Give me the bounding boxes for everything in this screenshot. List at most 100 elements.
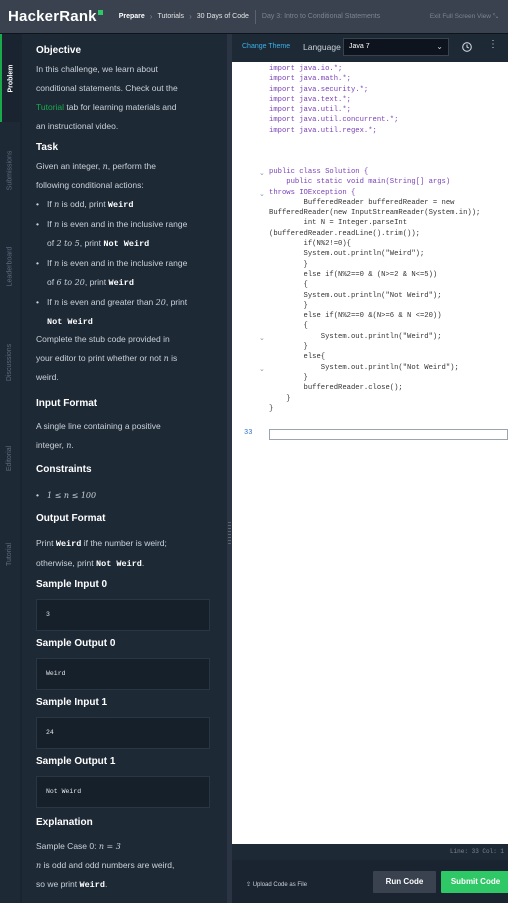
code-line: } [269, 404, 274, 413]
code-line: (bufferedReader.readLine().trim()); [269, 229, 420, 238]
list-item: 1 ≤ n ≤ 100 [36, 486, 215, 505]
text-line: an instructional video. [36, 121, 119, 131]
text-span: Given an integer, [36, 161, 103, 171]
code-line: { [269, 281, 308, 290]
history-icon[interactable] [461, 41, 473, 53]
text-line: following conditional actions: [36, 180, 144, 190]
tab-tutorial[interactable]: Tutorial [0, 506, 20, 602]
text-span: , perform the [107, 161, 156, 171]
breadcrumb: Prepare › Tutorials › 30 Days of Code Da… [119, 9, 381, 24]
tab-problem[interactable]: Problem [0, 34, 20, 122]
tab-editorial[interactable]: Editorial [0, 410, 20, 506]
text-span: , print [84, 277, 109, 287]
fold-chevron-icon[interactable]: ⌄ [259, 334, 265, 342]
text-line: A single line containing a positive [36, 421, 161, 431]
math-range: 2 to 5 [56, 239, 80, 248]
chevron-down-icon: ⌄ [436, 42, 443, 51]
text-span: so we print [36, 879, 80, 889]
code-line: import java.util.*; [269, 106, 351, 115]
text-span: . [71, 440, 74, 450]
fold-chevron-icon[interactable]: ⌄ [259, 365, 265, 373]
fold-chevron-icon[interactable]: ⌄ [259, 169, 265, 177]
text-span: is [168, 353, 178, 363]
editor-footer: ⇪ Upload Code as File Run Code Submit Co… [232, 860, 508, 903]
code-line: { [269, 322, 308, 331]
fold-chevron-icon[interactable]: ⌄ [259, 190, 265, 198]
text-span: if the number is weird; [81, 538, 167, 548]
sample-input-1-heading: Sample Input 1 [36, 697, 108, 708]
code-line: else{ [269, 353, 326, 362]
code-line: } [269, 301, 308, 310]
text-line: Print Weird if the number is weird; [36, 534, 215, 554]
collapse-icon: ⤡ [492, 13, 498, 20]
text-span: . [104, 879, 108, 889]
text-line: Sample Case 0: n = 3 [36, 837, 215, 856]
more-options-icon[interactable]: ⋮ [488, 40, 498, 50]
code-line: System.out.println("Weird"); [269, 332, 442, 341]
text-line: integer, n. [36, 436, 215, 455]
code-line: System.out.println("Not Weird"); [269, 363, 459, 372]
text-line: Tutorial tab for learning materials and [36, 98, 215, 117]
list-item: If n is even and in the inclusive rangeo… [36, 254, 215, 293]
text-span: is even and in the inclusive range [59, 258, 188, 268]
blank-lines [269, 136, 508, 167]
text-span: your editor to print whether or not [36, 353, 164, 363]
change-theme-link[interactable]: Change Theme [242, 43, 290, 50]
sample-input-0: 3 [36, 599, 210, 631]
conditions-list: If n is odd, print Weird If n is even an… [36, 195, 215, 332]
text-span: integer, [36, 440, 67, 450]
task-text: Given an integer, n, perform the followi… [36, 157, 215, 332]
text-span: , print [165, 297, 188, 307]
text-span: is even and in the inclusive range [59, 219, 188, 229]
text-line: weird. [36, 372, 59, 382]
hackerrank-logo[interactable]: HackerRank [8, 8, 103, 25]
constraints-list: 1 ≤ n ≤ 100 [36, 486, 215, 505]
complete-text: Complete the stub code provided in your … [36, 330, 215, 387]
active-line [269, 429, 508, 440]
breadcrumb-30-days[interactable]: 30 Days of Code [197, 13, 249, 20]
text-line: n is odd and odd numbers are weird, [36, 856, 215, 875]
text-span: Print [36, 538, 56, 548]
language-select[interactable]: Java 7 ⌄ [343, 38, 449, 56]
line-gutter [232, 62, 259, 844]
code-line: public class Solution { [269, 167, 369, 176]
code-text: Not Weird [96, 559, 142, 569]
code-line: int N = Integer.parseInt [269, 219, 408, 228]
exit-fullscreen-link[interactable]: Exit Full Screen View ⤡ [430, 13, 498, 21]
code-line: else if(N%2==0 & (N>=2 & N<=5)) [269, 270, 438, 279]
tab-submissions[interactable]: Submissions [0, 122, 20, 218]
text-span: . [141, 558, 145, 568]
imports-block: import java.io.*; import java.math.*; impo… [269, 64, 508, 136]
submit-code-button[interactable]: Submit Code [441, 871, 508, 893]
text-line: so we print Weird. [36, 875, 215, 895]
code-line: bufferedReader.close(); [269, 384, 403, 393]
language-value: Java 7 [349, 43, 370, 50]
breadcrumb-prepare[interactable]: Prepare [119, 13, 145, 20]
cursor-position: Line: 33 Col: 1 [449, 848, 504, 855]
run-code-button[interactable]: Run Code [373, 871, 436, 893]
math-num: 20 [155, 298, 166, 307]
code-content[interactable]: import java.io.*; import java.math.*; impo… [269, 64, 508, 414]
sample-output-1: Not Weird [36, 776, 210, 808]
tab-leaderboard[interactable]: Leaderboard [0, 218, 20, 314]
task-heading: Task [36, 142, 59, 153]
tab-discussions[interactable]: Discussions [0, 314, 20, 410]
text-span: is odd and odd numbers are weird, [41, 860, 175, 870]
math-range: 6 to 20 [56, 278, 85, 287]
code-line: import java.text.*; [269, 95, 351, 104]
breadcrumb-current: Day 3: Intro to Conditional Statements [261, 13, 381, 20]
objective-heading: Objective [36, 45, 82, 56]
text-span: otherwise, print [36, 558, 96, 568]
upload-code-link[interactable]: ⇪ Upload Code as File [246, 881, 307, 888]
code-line: } [269, 373, 308, 382]
code-line: BufferedReader bufferedReader = new [269, 198, 455, 207]
output-format-heading: Output Format [36, 513, 106, 524]
tutorial-link[interactable]: Tutorial [36, 102, 64, 112]
breadcrumb-tutorials[interactable]: Tutorials [157, 13, 184, 20]
sample-input-0-heading: Sample Input 0 [36, 579, 108, 590]
upload-icon: ⇪ [246, 882, 252, 888]
code-editor[interactable]: import java.io.*; import java.math.*; impo… [232, 62, 508, 844]
code-text: Weird [107, 200, 134, 210]
chevron-right-icon: › [149, 12, 153, 21]
upload-label: Upload Code as File [252, 882, 308, 888]
